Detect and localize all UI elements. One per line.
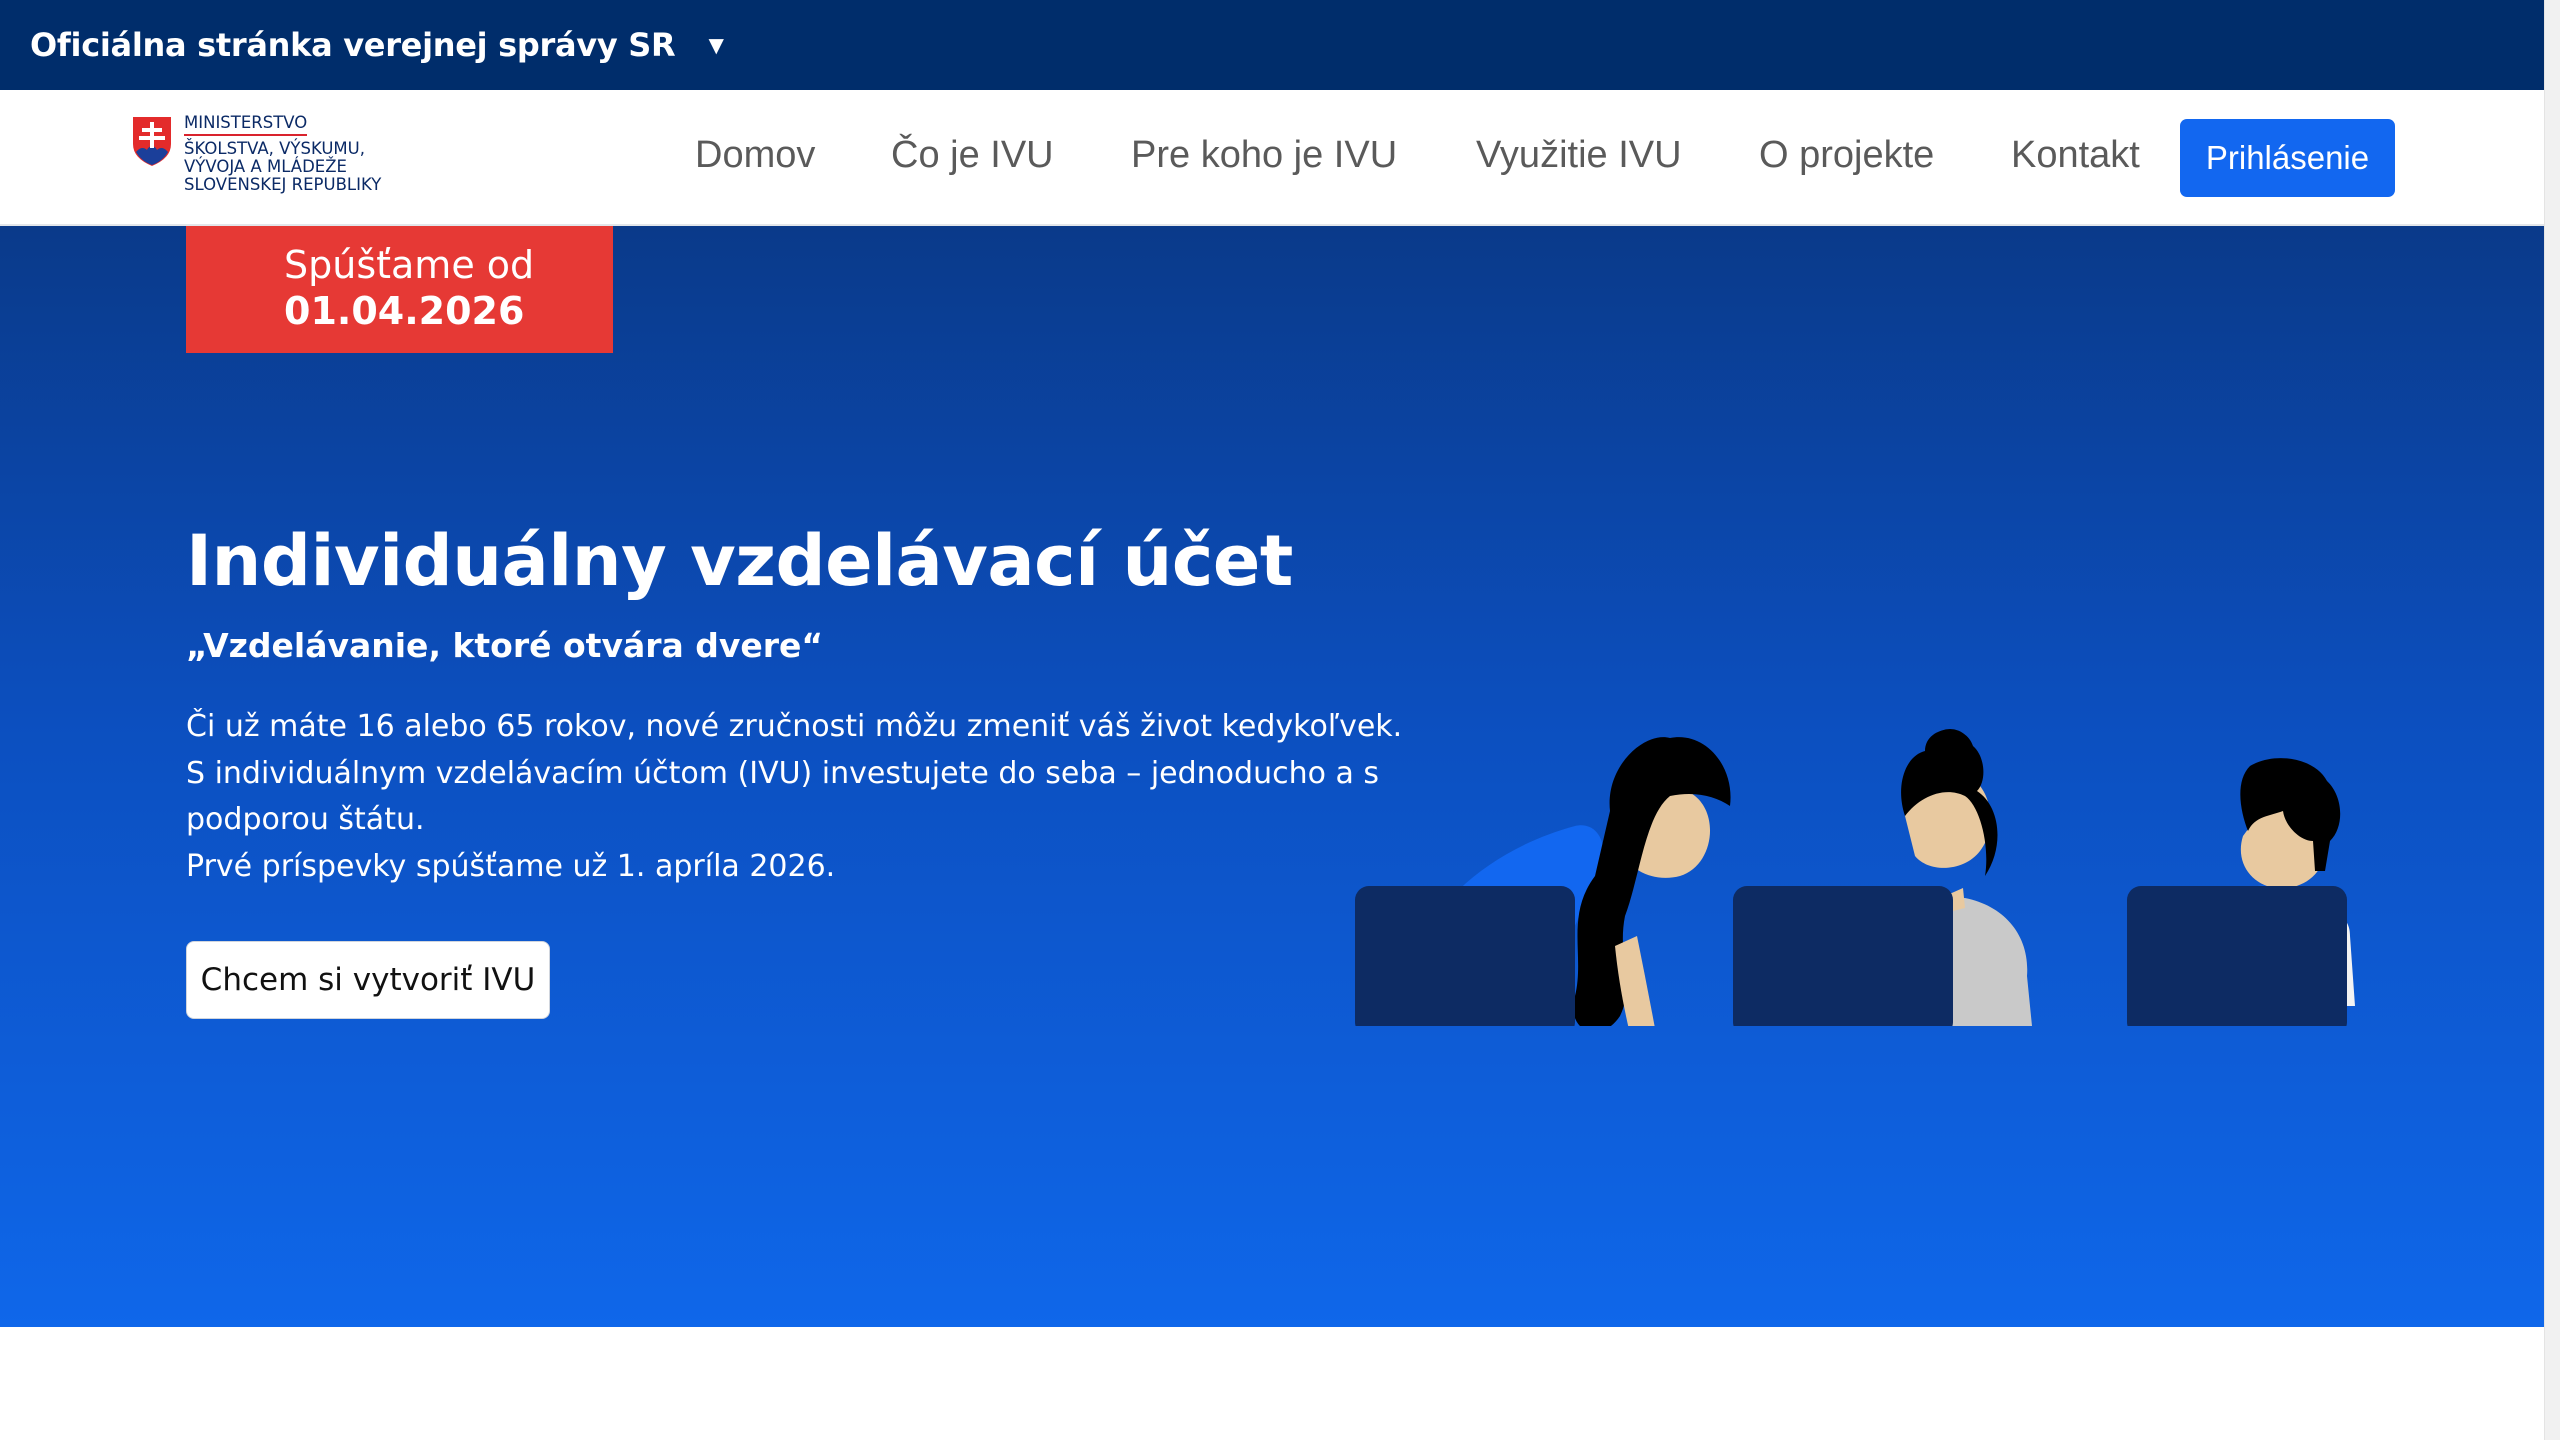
- gov-official-bar: Oficiálna stránka verejnej správy SR ▼: [0, 0, 2544, 90]
- hero-text-line: Či už máte 16 alebo 65 rokov, nové zručn…: [186, 709, 1403, 744]
- login-button[interactable]: Prihlásenie: [2180, 119, 2395, 197]
- badge-date: 01.04.2026: [284, 289, 525, 333]
- nav-item-kontakt[interactable]: Kontakt: [2011, 134, 2140, 177]
- gov-official-text: Oficiálna stránka verejnej správy SR: [30, 26, 676, 64]
- nav-item-domov[interactable]: Domov: [695, 134, 815, 177]
- badge-label: Spúšťame od: [284, 243, 535, 287]
- page-scrollbar[interactable]: [2544, 0, 2560, 1440]
- hero-description: Či už máte 16 alebo 65 rokov, nové zručn…: [186, 704, 1403, 890]
- hero-text-line: Prvé príspevky spúšťame už 1. apríla 202…: [186, 848, 836, 884]
- hero-text-line: podporou štátu.: [186, 802, 425, 837]
- main-nav: Domov Čo je IVU Pre koho je IVU Využitie…: [0, 90, 2544, 226]
- nav-item-vyuzitie[interactable]: Využitie IVU: [1476, 134, 1682, 177]
- hero-title: Individuálny vzdelávací účet: [186, 520, 1293, 602]
- three-people-at-laptops-illustration: [1355, 729, 2355, 1026]
- nav-item-pre-koho[interactable]: Pre koho je IVU: [1131, 134, 1397, 177]
- launch-date-badge: Spúšťame od 01.04.2026: [186, 226, 613, 353]
- site-header: MINISTERSTVO ŠKOLSTVA, VÝSKUMU, VÝVOJA A…: [0, 90, 2544, 226]
- caret-down-icon[interactable]: ▼: [703, 30, 729, 61]
- nav-item-o-projekte[interactable]: O projekte: [1759, 134, 1934, 177]
- hero-text-line: S individuálnym vzdelávacím účtom (IVU) …: [186, 755, 1380, 791]
- nav-item-co-je-ivu[interactable]: Čo je IVU: [891, 134, 1054, 177]
- hero-section: Spúšťame od 01.04.2026 Individuálny vzde…: [0, 226, 2544, 1327]
- hero-quote: „Vzdelávanie, ktoré otvára dvere“: [186, 626, 824, 665]
- create-ivu-button[interactable]: Chcem si vytvoriť IVU: [186, 941, 550, 1019]
